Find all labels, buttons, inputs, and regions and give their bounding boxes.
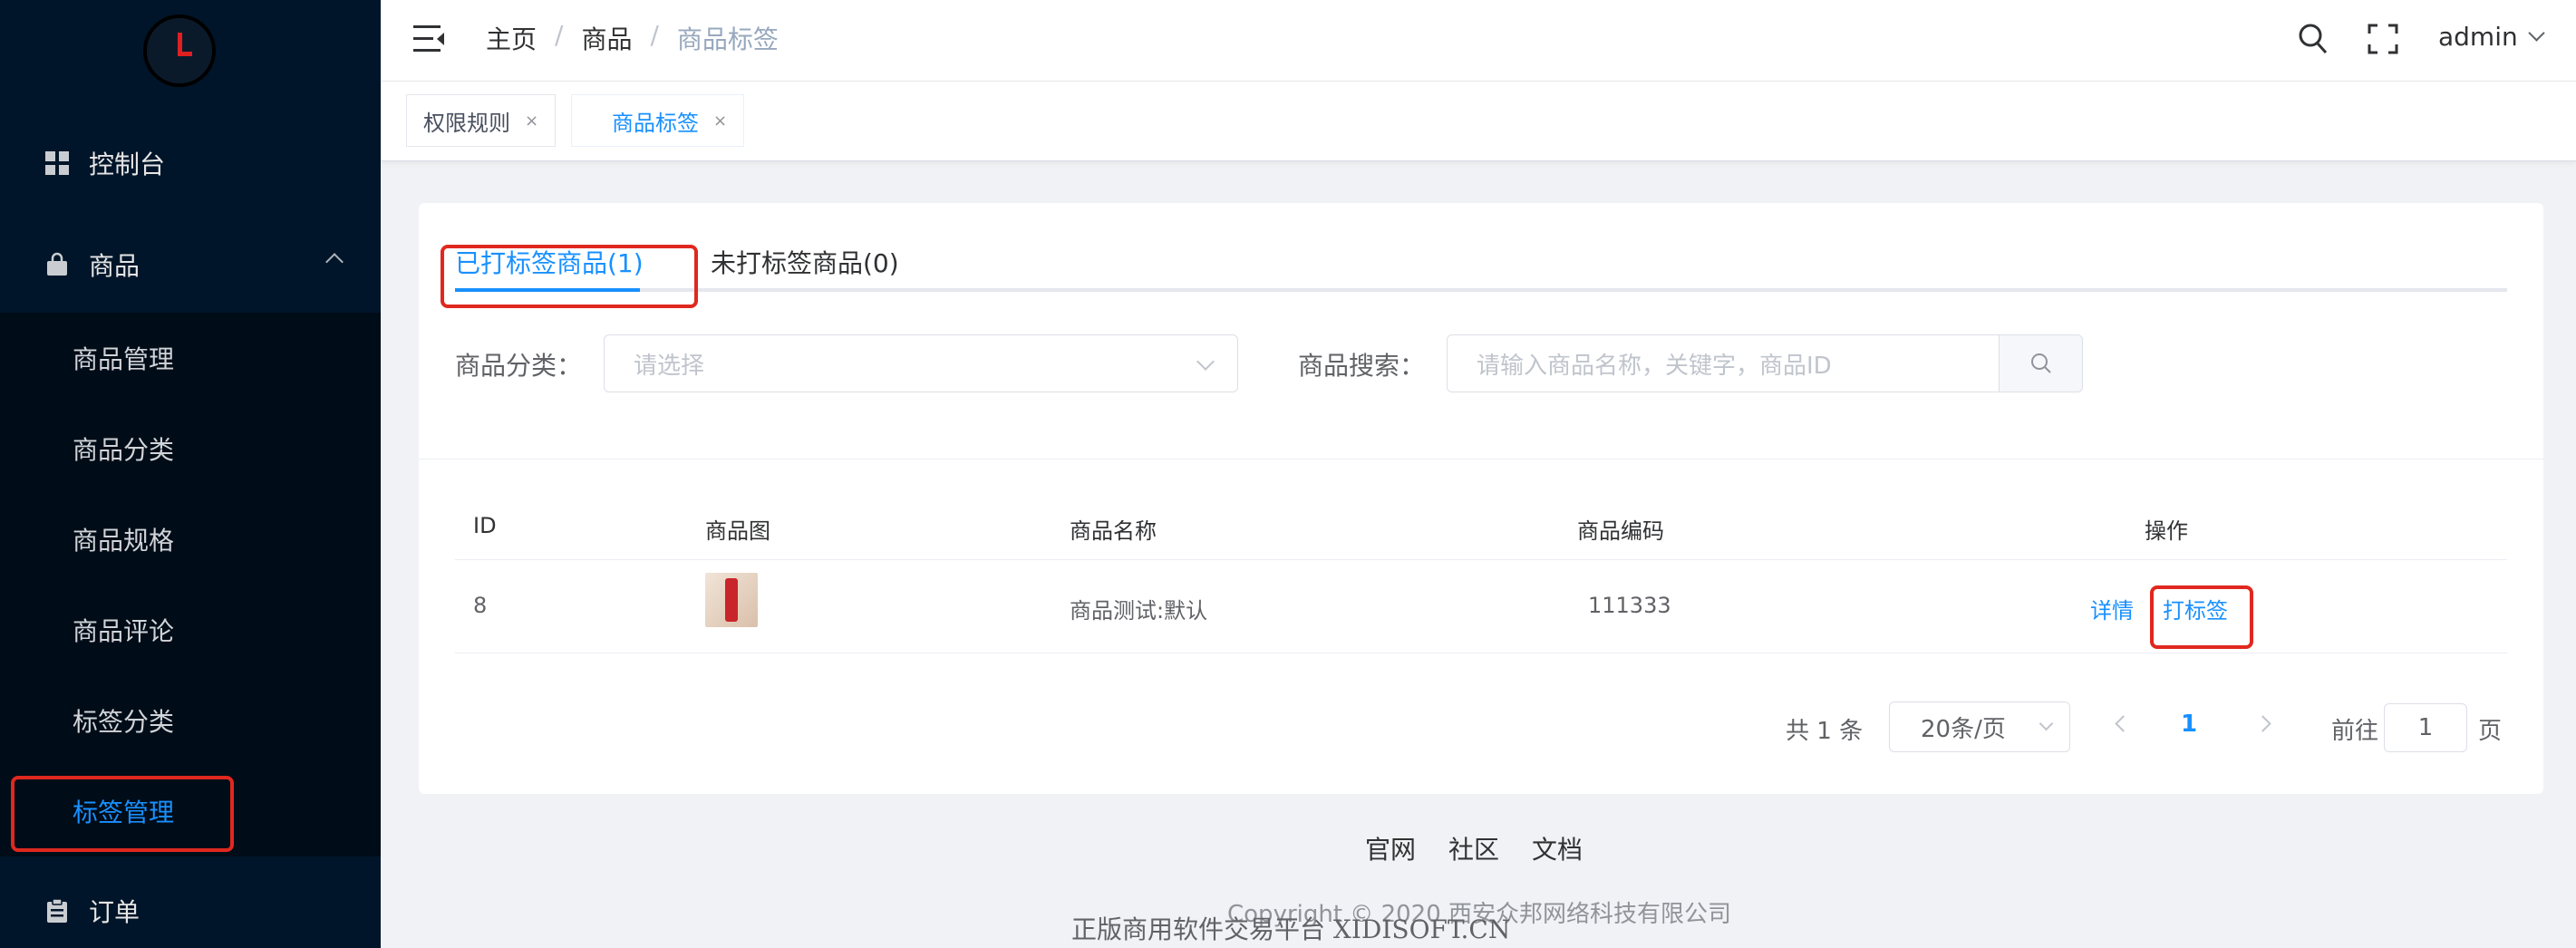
- chevron-down-icon: [2039, 716, 2054, 731]
- top-header: 主页 / 商品 / 商品标签: [381, 0, 2576, 82]
- sidebar-item-goods[interactable]: 商品: [0, 219, 381, 310]
- close-icon[interactable]: ×: [525, 111, 538, 131]
- sidebar-item-label: 商品管理: [73, 344, 175, 374]
- sidebar: 控制台 商品 商品管理 商品分类 商品规格 商品评论 标签分类 标签管理 订单: [0, 0, 381, 948]
- footer-link-official[interactable]: 官网: [1365, 830, 1416, 866]
- page-suffix: 页: [2478, 718, 2503, 745]
- product-thumbnail: [705, 573, 758, 627]
- highlight-box: [441, 245, 698, 308]
- column-header-image: 商品图: [705, 518, 770, 544]
- sidebar-item-label: 订单: [89, 897, 140, 927]
- sidebar-item-goods-spec[interactable]: 商品规格: [0, 494, 381, 585]
- menu-toggle-icon[interactable]: [413, 25, 444, 53]
- footer-link-docs[interactable]: 文档: [1532, 830, 1583, 866]
- tag-label: 商品标签: [612, 110, 699, 136]
- user-menu[interactable]: admin: [2438, 22, 2545, 52]
- sidebar-item-orders[interactable]: 订单: [0, 866, 381, 948]
- search-input[interactable]: 请输入商品名称，关键字，商品ID: [1448, 335, 1999, 392]
- footer-links: 官网 社区 文档: [1365, 830, 1583, 866]
- highlight-box: [11, 776, 234, 852]
- category-label: 商品分类：: [455, 351, 583, 381]
- sidebar-item-goods-category[interactable]: 商品分类: [0, 403, 381, 494]
- page-size-select[interactable]: 20条/页: [1889, 701, 2070, 752]
- watermark-slogan: 正版商用软件交易平台 XIDISOFT.CN: [1071, 914, 1511, 944]
- search-icon[interactable]: [2299, 24, 2328, 58]
- search-button[interactable]: [1999, 335, 2082, 392]
- close-icon[interactable]: ×: [713, 111, 727, 131]
- detail-link[interactable]: 详情: [2090, 593, 2134, 624]
- sidebar-item-goods-review[interactable]: 商品评论: [0, 585, 381, 675]
- column-header-code: 商品编码: [1577, 518, 1664, 544]
- breadcrumb-current: 商品标签: [676, 24, 779, 54]
- prev-page-icon[interactable]: [2115, 715, 2132, 732]
- column-header-name: 商品名称: [1070, 518, 1157, 544]
- tabs: 已打标签商品(1) 未打标签商品(0): [455, 239, 2507, 292]
- logo[interactable]: [143, 15, 216, 87]
- tag-goods-label[interactable]: 商品标签 ×: [571, 94, 745, 147]
- tags-view: 权限规则 × 商品标签 ×: [381, 82, 2576, 161]
- current-page[interactable]: 1: [2181, 711, 2197, 738]
- sidebar-item-tag-category[interactable]: 标签分类: [0, 675, 381, 766]
- category-placeholder: 请选择: [634, 352, 705, 380]
- sidebar-item-label: 商品: [89, 251, 140, 281]
- sidebar-item-dashboard[interactable]: 控制台: [0, 118, 381, 208]
- goods-search: 请输入商品名称，关键字，商品ID: [1447, 334, 2083, 392]
- cell-code: 111333: [1588, 593, 1671, 618]
- footer-link-community[interactable]: 社区: [1448, 830, 1499, 866]
- goto-page-input[interactable]: 1: [2384, 703, 2467, 752]
- user-name: admin: [2438, 22, 2518, 52]
- category-select[interactable]: 请选择: [604, 334, 1238, 392]
- breadcrumb-home[interactable]: 主页: [486, 20, 537, 56]
- chevron-down-icon: [2528, 24, 2545, 42]
- sidebar-submenu: 商品管理 商品分类 商品规格 商品评论 标签分类 标签管理: [0, 313, 381, 856]
- breadcrumb: 主页 / 商品 / 商品标签: [486, 20, 779, 56]
- logo-mark: [178, 33, 192, 56]
- sidebar-item-label: 商品评论: [73, 616, 175, 646]
- column-header-id: ID: [473, 513, 497, 538]
- sidebar-item-label: 商品规格: [73, 526, 175, 556]
- shopping-bag-icon: [44, 251, 71, 278]
- table-header-divider: [455, 559, 2507, 560]
- dashboard-icon: [44, 150, 71, 177]
- next-page-icon[interactable]: [2254, 715, 2271, 732]
- clipboard-icon: [44, 897, 71, 924]
- page-size-value: 20条/页: [1921, 715, 2006, 743]
- goto-label: 前往: [2331, 718, 2379, 745]
- sidebar-item-goods-manage[interactable]: 商品管理: [0, 313, 381, 403]
- tag-label: 权限规则: [423, 110, 510, 136]
- pagination-total: 共 1 条: [1786, 718, 1864, 745]
- search-label: 商品搜索：: [1298, 351, 1426, 381]
- breadcrumb-goods[interactable]: 商品: [581, 20, 632, 56]
- tag-permission-rules[interactable]: 权限规则 ×: [406, 94, 557, 147]
- column-header-actions: 操作: [2145, 518, 2188, 544]
- sidebar-item-label: 控制台: [89, 150, 166, 179]
- chevron-up-icon: [325, 253, 344, 271]
- chevron-down-icon: [1196, 353, 1215, 371]
- tab-untagged-goods[interactable]: 未打标签商品(0): [711, 239, 899, 288]
- highlight-box: [2150, 585, 2253, 649]
- main-card: 已打标签商品(1) 未打标签商品(0) 商品分类： 请选择 商品搜索： 请输入商…: [419, 203, 2543, 794]
- cell-name: 商品测试:默认: [1070, 598, 1208, 624]
- cell-id: 8: [473, 593, 488, 618]
- sidebar-item-label: 标签分类: [73, 707, 175, 737]
- search-icon: [2030, 353, 2051, 373]
- fullscreen-icon[interactable]: [2368, 24, 2398, 58]
- sidebar-item-label: 商品分类: [73, 435, 175, 465]
